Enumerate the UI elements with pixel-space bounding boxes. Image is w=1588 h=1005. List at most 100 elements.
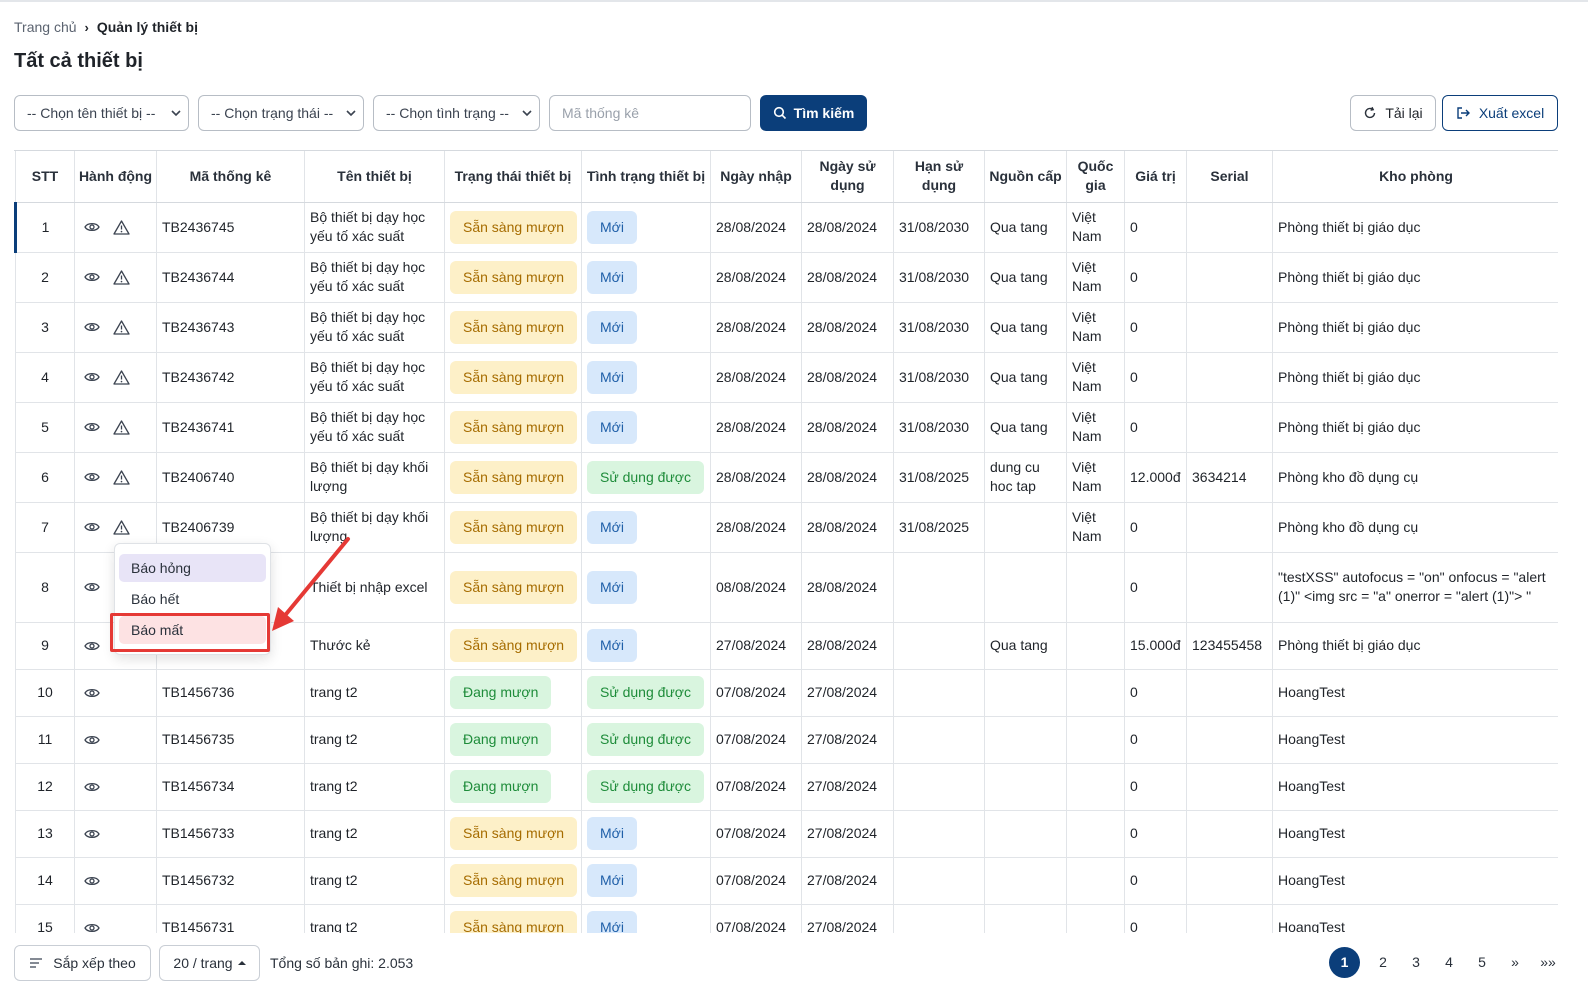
eye-icon[interactable] xyxy=(84,640,100,652)
eye-icon[interactable] xyxy=(84,581,100,593)
eye-icon[interactable] xyxy=(84,421,100,433)
warning-icon[interactable] xyxy=(113,269,130,285)
cell-condition: Mới xyxy=(581,202,711,253)
device-table-container[interactable]: STT Hành động Mã thống kê Tên thiết bị T… xyxy=(14,150,1558,933)
eye-icon[interactable] xyxy=(84,271,100,283)
device-table: STT Hành động Mã thống kê Tên thiết bị T… xyxy=(14,151,1558,933)
cell-use-date: 28/08/2024 xyxy=(801,202,894,253)
eye-icon[interactable] xyxy=(84,221,100,233)
table-row[interactable]: 1 TB2436745 Bộ thiết bị dạy học yếu tố xác… xyxy=(14,202,1558,253)
cell-serial xyxy=(1186,716,1273,764)
search-button[interactable]: Tìm kiếm xyxy=(760,95,867,131)
cell-country xyxy=(1066,857,1125,905)
export-excel-button[interactable]: Xuất excel xyxy=(1442,95,1558,131)
cell-condition: Mới xyxy=(581,552,711,623)
cell-code: TB2436745 xyxy=(156,202,305,253)
reload-button[interactable]: Tải lại xyxy=(1350,95,1436,131)
condition-badge: Mới xyxy=(587,817,637,850)
cell-code: TB1456733 xyxy=(156,810,305,858)
menu-item-report-lost[interactable]: Báo mất xyxy=(119,616,266,644)
warning-icon[interactable] xyxy=(113,369,130,385)
eye-icon[interactable] xyxy=(84,781,100,793)
table-row[interactable]: 6 TB2406740 Bộ thiết bị dạy khối lượng Sẵn … xyxy=(15,452,1558,503)
cell-expiry: 31/08/2030 xyxy=(893,202,985,253)
cell-condition: Mới xyxy=(581,352,711,403)
table-row[interactable]: 14 TB1456732 trang t2 Sẵn sàng mượn Mới 07/08… xyxy=(15,857,1558,905)
cell-use-date: 27/08/2024 xyxy=(801,904,894,933)
cell-serial xyxy=(1186,302,1273,353)
warning-icon[interactable] xyxy=(113,219,130,235)
cell-use-date: 28/08/2024 xyxy=(801,622,894,670)
status-select[interactable]: -- Chọn trạng thái -- xyxy=(198,95,364,131)
cell-status: Đang mượn xyxy=(444,669,582,717)
page-5[interactable]: 5 xyxy=(1472,954,1492,970)
page-size-select[interactable]: 20 / trang xyxy=(159,945,260,981)
condition-select[interactable]: -- Chọn tình trạng -- xyxy=(373,95,540,131)
page-2[interactable]: 2 xyxy=(1373,954,1393,970)
cell-code: TB1456731 xyxy=(156,904,305,933)
row-actions xyxy=(80,469,151,485)
cell-condition: Mới xyxy=(581,502,711,553)
eye-icon[interactable] xyxy=(84,922,100,934)
menu-item-report-broken[interactable]: Báo hỏng xyxy=(119,554,266,582)
eye-icon[interactable] xyxy=(84,734,100,746)
cell-name: Bộ thiết bị dạy khối lượng xyxy=(304,452,445,503)
filter-bar: -- Chọn tên thiết bị -- -- Chọn trạng th… xyxy=(14,95,867,131)
table-row[interactable]: 11 TB1456735 trang t2 Đang mượn Sử dụng được… xyxy=(15,716,1558,764)
cell-condition: Mới xyxy=(581,810,711,858)
chevron-down-icon xyxy=(346,110,356,117)
cell-room: Phòng kho đồ dụng cụ xyxy=(1272,502,1558,553)
chevron-down-icon xyxy=(522,110,532,117)
page-1[interactable]: 1 xyxy=(1329,946,1360,978)
eye-icon[interactable] xyxy=(84,687,100,699)
table-row[interactable]: 13 TB1456733 trang t2 Sẵn sàng mượn Mới 07/08… xyxy=(15,810,1558,858)
cell-status: Sẵn sàng mượn xyxy=(444,810,582,858)
page-4[interactable]: 4 xyxy=(1439,954,1459,970)
condition-badge: Mới xyxy=(587,310,637,344)
cell-actions xyxy=(74,857,157,905)
cell-country: Việt Nam xyxy=(1066,502,1125,553)
cell-name: trang t2 xyxy=(304,716,445,764)
cell-status: Sẵn sàng mượn xyxy=(444,622,582,670)
cell-country xyxy=(1066,763,1125,811)
report-action-menu: Báo hỏng Báo hết Báo mất xyxy=(114,543,271,655)
table-row[interactable]: 3 TB2436743 Bộ thiết bị dạy học yếu tố xác… xyxy=(15,302,1558,353)
code-search-input[interactable] xyxy=(549,95,751,131)
table-row[interactable]: 15 TB1456731 trang t2 Sẵn sàng mượn Mới 07/08… xyxy=(15,904,1558,934)
table-row[interactable]: 2 TB2436744 Bộ thiết bị dạy học yếu tố xác… xyxy=(15,252,1558,303)
warning-icon[interactable] xyxy=(113,319,130,335)
condition-select-value: -- Chọn tình trạng -- xyxy=(386,105,509,121)
warning-icon[interactable] xyxy=(113,469,130,485)
cell-status: Đang mượn xyxy=(444,716,582,764)
refresh-icon xyxy=(1365,106,1376,119)
warning-icon[interactable] xyxy=(113,419,130,435)
cell-room: HoangTest xyxy=(1272,810,1558,858)
eye-icon[interactable] xyxy=(84,875,100,887)
warning-icon[interactable] xyxy=(113,519,130,535)
cell-source xyxy=(984,763,1067,811)
next-page-button[interactable]: » xyxy=(1505,954,1525,970)
table-row[interactable]: 10 TB1456736 trang t2 Đang mượn Sử dụng được… xyxy=(15,669,1558,717)
cell-name: trang t2 xyxy=(304,763,445,811)
eye-icon[interactable] xyxy=(84,521,100,533)
sort-button[interactable]: Sắp xếp theo xyxy=(14,945,151,981)
page-3[interactable]: 3 xyxy=(1406,954,1426,970)
status-badge: Đang mượn xyxy=(450,723,552,756)
eye-icon[interactable] xyxy=(84,828,100,840)
eye-icon[interactable] xyxy=(84,321,100,333)
table-row[interactable]: 12 TB1456734 trang t2 Đang mượn Sử dụng được… xyxy=(15,763,1558,811)
eye-icon[interactable] xyxy=(84,471,100,483)
cell-import-date: 07/08/2024 xyxy=(710,810,802,858)
device-name-select[interactable]: -- Chọn tên thiết bị -- xyxy=(14,95,189,131)
cell-stt: 5 xyxy=(15,402,75,453)
pagination: 1 2 3 4 5 » »» xyxy=(1329,946,1558,978)
cell-expiry xyxy=(893,763,985,811)
last-page-button[interactable]: »» xyxy=(1538,954,1558,970)
table-row[interactable]: 4 TB2436742 Bộ thiết bị dạy học yếu tố xác… xyxy=(15,352,1558,403)
breadcrumb-home[interactable]: Trang chủ xyxy=(14,19,77,35)
table-row[interactable]: 5 TB2436741 Bộ thiết bị dạy học yếu tố xác… xyxy=(15,402,1558,453)
cell-actions xyxy=(74,352,157,403)
eye-icon[interactable] xyxy=(84,371,100,383)
menu-item-report-out[interactable]: Báo hết xyxy=(119,585,266,613)
cell-condition: Mới xyxy=(581,402,711,453)
